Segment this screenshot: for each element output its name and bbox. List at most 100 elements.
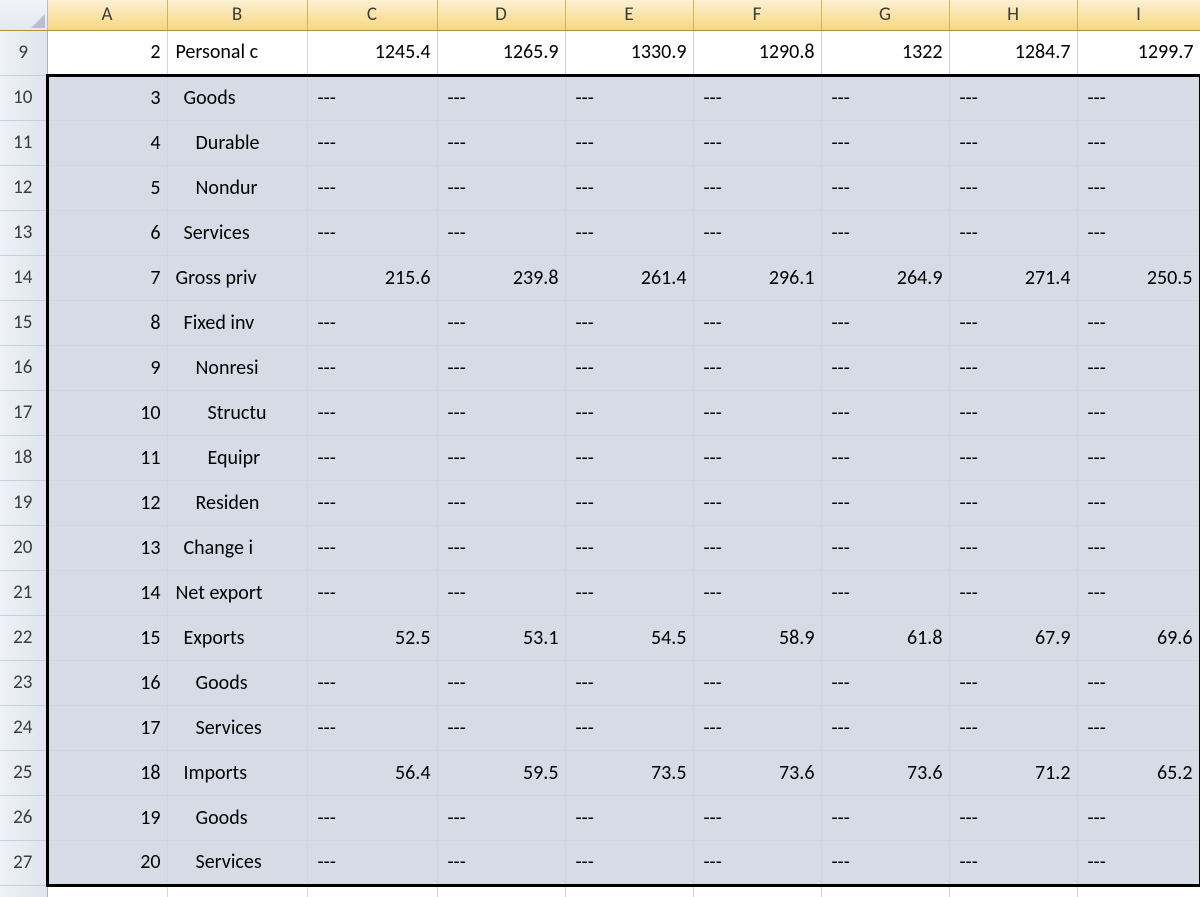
cell-H13[interactable]: ---	[949, 210, 1077, 255]
cell-B19[interactable]: Residen	[167, 480, 307, 525]
cell-E16[interactable]: ---	[565, 345, 693, 390]
row-9[interactable]: 92Personal c1245.41265.91330.91290.81322…	[0, 30, 1200, 75]
cell-B9[interactable]: Personal c	[167, 30, 307, 75]
cell-I23[interactable]: ---	[1077, 660, 1200, 705]
cell-D15[interactable]: ---	[437, 300, 565, 345]
row-18[interactable]: 1811Equipr---------------------	[0, 435, 1200, 480]
cell-H20[interactable]: ---	[949, 525, 1077, 570]
cell-F28[interactable]: 512.7	[693, 885, 821, 897]
cell-D23[interactable]: ---	[437, 660, 565, 705]
cell-E10[interactable]: ---	[565, 75, 693, 120]
cell-H22[interactable]: 67.9	[949, 615, 1077, 660]
cell-C23[interactable]: ---	[307, 660, 437, 705]
cell-I17[interactable]: ---	[1077, 390, 1200, 435]
cell-F11[interactable]: ---	[693, 120, 821, 165]
cell-B25[interactable]: Imports	[167, 750, 307, 795]
cell-G21[interactable]: ---	[821, 570, 949, 615]
cell-B22[interactable]: Exports	[167, 615, 307, 660]
cell-I12[interactable]: ---	[1077, 165, 1200, 210]
cell-B24[interactable]: Services	[167, 705, 307, 750]
cell-I19[interactable]: ---	[1077, 480, 1200, 525]
cell-E27[interactable]: ---	[565, 840, 693, 885]
cell-C16[interactable]: ---	[307, 345, 437, 390]
cell-A19[interactable]: 12	[47, 480, 167, 525]
cell-A26[interactable]: 19	[47, 795, 167, 840]
cell-A21[interactable]: 14	[47, 570, 167, 615]
cell-E28[interactable]: 482	[565, 885, 693, 897]
cell-A28[interactable]: 21	[47, 885, 167, 897]
cell-F10[interactable]: ---	[693, 75, 821, 120]
cell-D20[interactable]: ---	[437, 525, 565, 570]
cell-E14[interactable]: 261.4	[565, 255, 693, 300]
cell-D12[interactable]: ---	[437, 165, 565, 210]
cell-G14[interactable]: 264.9	[821, 255, 949, 300]
row-11[interactable]: 114Durable---------------------	[0, 120, 1200, 165]
cell-I10[interactable]: ---	[1077, 75, 1200, 120]
cell-G24[interactable]: ---	[821, 705, 949, 750]
row-16[interactable]: 169Nonresi---------------------	[0, 345, 1200, 390]
cell-E18[interactable]: ---	[565, 435, 693, 480]
row-header-15[interactable]: 15	[0, 300, 47, 345]
cell-H12[interactable]: ---	[949, 165, 1077, 210]
row-13[interactable]: 136Services---------------------	[0, 210, 1200, 255]
cell-I28[interactable]: 718.8	[1077, 885, 1200, 897]
row-header-20[interactable]: 20	[0, 525, 47, 570]
column-header-I[interactable]: I	[1077, 0, 1200, 30]
cell-I13[interactable]: ---	[1077, 210, 1200, 255]
cell-F17[interactable]: ---	[693, 390, 821, 435]
cell-C20[interactable]: ---	[307, 525, 437, 570]
cell-F26[interactable]: ---	[693, 795, 821, 840]
cell-B20[interactable]: Change i	[167, 525, 307, 570]
cell-D17[interactable]: ---	[437, 390, 565, 435]
row-header-24[interactable]: 24	[0, 705, 47, 750]
cell-F24[interactable]: ---	[693, 705, 821, 750]
cell-C10[interactable]: ---	[307, 75, 437, 120]
cell-F19[interactable]: ---	[693, 480, 821, 525]
cell-B14[interactable]: Gross priv	[167, 255, 307, 300]
cell-D19[interactable]: ---	[437, 480, 565, 525]
row-header-26[interactable]: 26	[0, 795, 47, 840]
column-header-F[interactable]: F	[693, 0, 821, 30]
cell-I14[interactable]: 250.5	[1077, 255, 1200, 300]
cell-C18[interactable]: ---	[307, 435, 437, 480]
row-23[interactable]: 2316Goods---------------------	[0, 660, 1200, 705]
row-header-28[interactable]: 28	[0, 885, 47, 897]
row-15[interactable]: 158Fixed inv---------------------	[0, 300, 1200, 345]
cell-D13[interactable]: ---	[437, 210, 565, 255]
cell-B26[interactable]: Goods	[167, 795, 307, 840]
cell-E26[interactable]: ---	[565, 795, 693, 840]
cell-A23[interactable]: 16	[47, 660, 167, 705]
cell-I9[interactable]: 1299.7	[1077, 30, 1200, 75]
cell-I27[interactable]: ---	[1077, 840, 1200, 885]
cell-B16[interactable]: Nonresi	[167, 345, 307, 390]
cell-F22[interactable]: 58.9	[693, 615, 821, 660]
cell-F20[interactable]: ---	[693, 525, 821, 570]
row-25[interactable]: 2518Imports56.459.573.573.673.671.265.2	[0, 750, 1200, 795]
cell-I11[interactable]: ---	[1077, 120, 1200, 165]
cell-F18[interactable]: ---	[693, 435, 821, 480]
column-header-C[interactable]: C	[307, 0, 437, 30]
cell-H15[interactable]: ---	[949, 300, 1077, 345]
cell-H14[interactable]: 271.4	[949, 255, 1077, 300]
cell-B17[interactable]: Structu	[167, 390, 307, 435]
row-22[interactable]: 2215Exports52.553.154.558.961.867.969.6	[0, 615, 1200, 660]
cell-G10[interactable]: ---	[821, 75, 949, 120]
select-all-corner[interactable]	[0, 0, 47, 30]
cell-H28[interactable]: 645.6	[949, 885, 1077, 897]
cell-G22[interactable]: 61.8	[821, 615, 949, 660]
cell-D22[interactable]: 53.1	[437, 615, 565, 660]
cell-C11[interactable]: ---	[307, 120, 437, 165]
cell-H21[interactable]: ---	[949, 570, 1077, 615]
row-21[interactable]: 2114Net export---------------------	[0, 570, 1200, 615]
row-header-23[interactable]: 23	[0, 660, 47, 705]
cell-G11[interactable]: ---	[821, 120, 949, 165]
row-14[interactable]: 147Gross priv215.6239.8261.4296.1264.927…	[0, 255, 1200, 300]
cell-B18[interactable]: Equipr	[167, 435, 307, 480]
row-header-27[interactable]: 27	[0, 840, 47, 885]
cell-D21[interactable]: ---	[437, 570, 565, 615]
cell-G16[interactable]: ---	[821, 345, 949, 390]
cell-I24[interactable]: ---	[1077, 705, 1200, 750]
cell-E19[interactable]: ---	[565, 480, 693, 525]
cell-G12[interactable]: ---	[821, 165, 949, 210]
cell-C19[interactable]: ---	[307, 480, 437, 525]
